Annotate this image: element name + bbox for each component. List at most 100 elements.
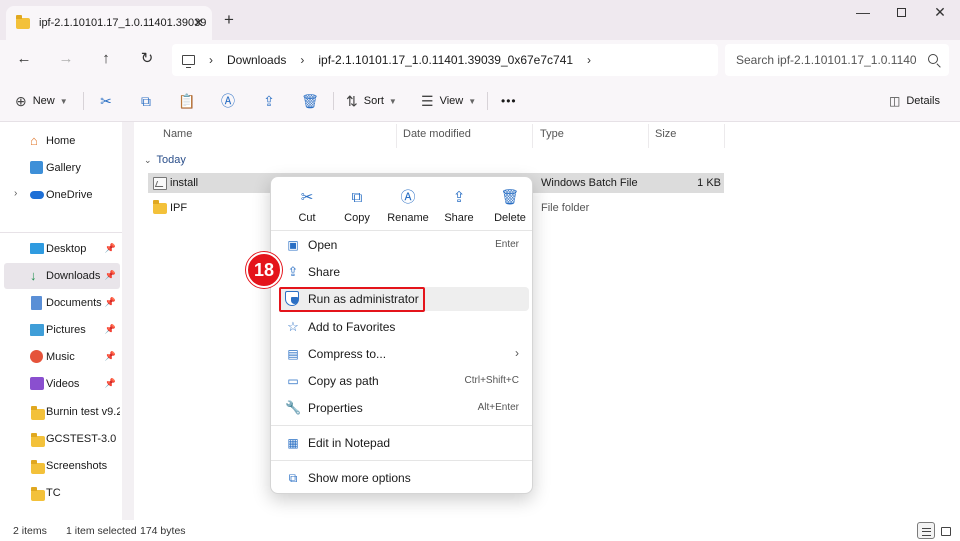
chevron-down-icon: ⌄ (144, 155, 152, 165)
more-options-icon: ⧉ (288, 471, 298, 485)
copy-icon: ⧉ (351, 189, 363, 206)
menu-item-share[interactable]: ⇪ Share (279, 260, 529, 284)
sidebar-item-pictures[interactable]: Pictures 📌 (4, 317, 120, 343)
chevron-right-icon[interactable]: › (587, 53, 591, 67)
folder-icon (31, 487, 45, 501)
share-icon: ⇪ (287, 264, 299, 279)
sidebar-item-onedrive[interactable]: › OneDrive (4, 182, 120, 208)
download-icon: ↓ (30, 268, 37, 283)
minimize-button[interactable]: — (843, 4, 883, 24)
sidebar-item-downloads[interactable]: ↓ Downloads 📌 (4, 263, 120, 289)
column-header-size[interactable]: Size (655, 128, 676, 140)
group-header[interactable]: ⌄ Today (144, 154, 186, 166)
paste-icon[interactable]: 📋 (178, 92, 196, 110)
tiles-view-button[interactable] (937, 522, 955, 539)
menu-item-properties[interactable]: 🔧 Properties Alt+Enter (279, 396, 529, 420)
new-label: New (32, 95, 55, 107)
action-label: Share (444, 212, 474, 224)
menu-item-label: Properties (308, 401, 363, 415)
close-window-button[interactable]: ✕ (920, 4, 960, 24)
sidebar-item-label: TC (46, 487, 61, 499)
refresh-button[interactable]: ↻ (135, 48, 159, 72)
sidebar-item-folder[interactable]: GCSTEST-3.0 (4, 426, 120, 452)
sidebar-item-videos[interactable]: Videos 📌 (4, 371, 120, 397)
file-type: File folder (541, 202, 590, 214)
file-explorer-window: ipf-2.1.10101.17_1.0.11401.39039 ✕ + — ✕… (0, 0, 960, 541)
file-size: 1 KB (697, 177, 721, 189)
sidebar-item-label: OneDrive (46, 189, 93, 201)
menu-item-compress-to[interactable]: ▤ Compress to... › (279, 342, 529, 366)
share-icon[interactable]: ⇪ (260, 92, 278, 110)
sidebar-item-documents[interactable]: Documents 📌 (4, 290, 120, 316)
view-button[interactable]: ☰ View ▼ (421, 92, 476, 110)
search-box[interactable] (725, 44, 949, 76)
sidebar-item-home[interactable]: ⌂ Home (4, 128, 120, 154)
share-action[interactable]: ⇪ Share (434, 183, 484, 229)
menu-item-add-to-favorites[interactable]: ☆ Add to Favorites (279, 315, 529, 339)
tab-close-icon[interactable]: ✕ (193, 15, 204, 31)
active-tab[interactable]: ipf-2.1.10101.17_1.0.11401.39039 ✕ (6, 6, 212, 40)
sidebar-item-music[interactable]: Music 📌 (4, 344, 120, 370)
this-pc-icon (182, 55, 195, 69)
divider (271, 425, 532, 426)
delete-icon[interactable]: 🗑 (301, 92, 319, 110)
cut-action[interactable]: ✂ Cut (282, 183, 332, 229)
file-type: Windows Batch File (541, 177, 638, 189)
chevron-down-icon: ▼ (468, 96, 477, 106)
details-view-button[interactable] (917, 522, 935, 539)
back-button[interactable]: ← (12, 48, 36, 72)
cut-icon[interactable]: ✂ (97, 92, 115, 110)
details-pane-button[interactable]: ◫ Details (889, 92, 940, 110)
address-bar[interactable]: › Downloads › ipf-2.1.10101.17_1.0.11401… (172, 44, 718, 76)
more-options-button[interactable]: ••• (501, 92, 517, 110)
wrench-icon: 🔧 (285, 400, 302, 415)
sidebar-scrollbar[interactable] (122, 122, 134, 520)
pin-icon: 📌 (104, 270, 116, 280)
forward-button[interactable]: → (54, 48, 78, 72)
new-tab-button[interactable]: + (224, 10, 234, 30)
rename-icon[interactable]: Ⓐ (219, 92, 237, 110)
menu-item-open[interactable]: ▣ Open Enter (279, 233, 529, 257)
menu-item-shortcut: Ctrl+Shift+C (464, 375, 519, 386)
menu-item-label: Show more options (308, 471, 411, 485)
pin-icon: 📌 (104, 351, 116, 361)
home-icon: ⌂ (30, 133, 38, 148)
folder-icon (31, 460, 45, 474)
copy-action[interactable]: ⧉ Copy (332, 183, 382, 229)
breadcrumb-current-folder[interactable]: ipf-2.1.10101.17_1.0.11401.39039_0x67e7c… (318, 53, 573, 67)
sidebar-item-gallery[interactable]: Gallery (4, 155, 120, 181)
menu-item-copy-as-path[interactable]: ▭ Copy as path Ctrl+Shift+C (279, 369, 529, 393)
copy-icon[interactable]: ⧉ (137, 92, 155, 110)
plus-circle-icon: ⊕ (15, 92, 27, 109)
menu-item-edit-in-notepad[interactable]: ▦ Edit in Notepad (279, 431, 529, 455)
up-button[interactable]: ↑ (94, 48, 118, 72)
sidebar-item-folder[interactable]: TC (4, 480, 120, 506)
delete-action[interactable]: 🗑 Delete (485, 183, 535, 229)
menu-item-show-more-options[interactable]: ⧉ Show more options (279, 466, 529, 490)
maximize-button[interactable] (881, 4, 921, 24)
divider (271, 230, 532, 231)
rename-action[interactable]: Ⓐ Rename (383, 183, 433, 229)
sidebar-item-folder[interactable]: Burnin test v9.2( (4, 399, 120, 425)
new-button[interactable]: ⊕ New ▼ (15, 92, 68, 110)
menu-item-shortcut: Alt+Enter (477, 402, 519, 413)
chevron-right-icon[interactable]: › (14, 188, 17, 199)
breadcrumb-downloads[interactable]: Downloads (227, 53, 286, 67)
divider (487, 92, 488, 110)
details-label: Details (906, 95, 940, 107)
sort-button[interactable]: ⇅ Sort ▼ (346, 92, 397, 110)
column-header-date[interactable]: Date modified (403, 128, 471, 140)
sidebar-item-label: Screenshots (46, 460, 108, 472)
tab-title: ipf-2.1.10101.17_1.0.11401.39039 (39, 17, 207, 29)
search-icon[interactable] (928, 54, 938, 64)
scissors-icon: ✂ (300, 189, 314, 206)
divider (271, 460, 532, 461)
pin-icon: 📌 (104, 297, 116, 307)
column-header-type[interactable]: Type (540, 128, 564, 140)
chevron-right-icon: › (209, 53, 213, 67)
sidebar-item-desktop[interactable]: Desktop 📌 (4, 236, 120, 262)
search-input[interactable] (736, 53, 916, 67)
sidebar-item-folder[interactable]: Screenshots (4, 453, 120, 479)
column-header-name[interactable]: Name (163, 128, 192, 140)
menu-item-label: Compress to... (308, 347, 387, 361)
